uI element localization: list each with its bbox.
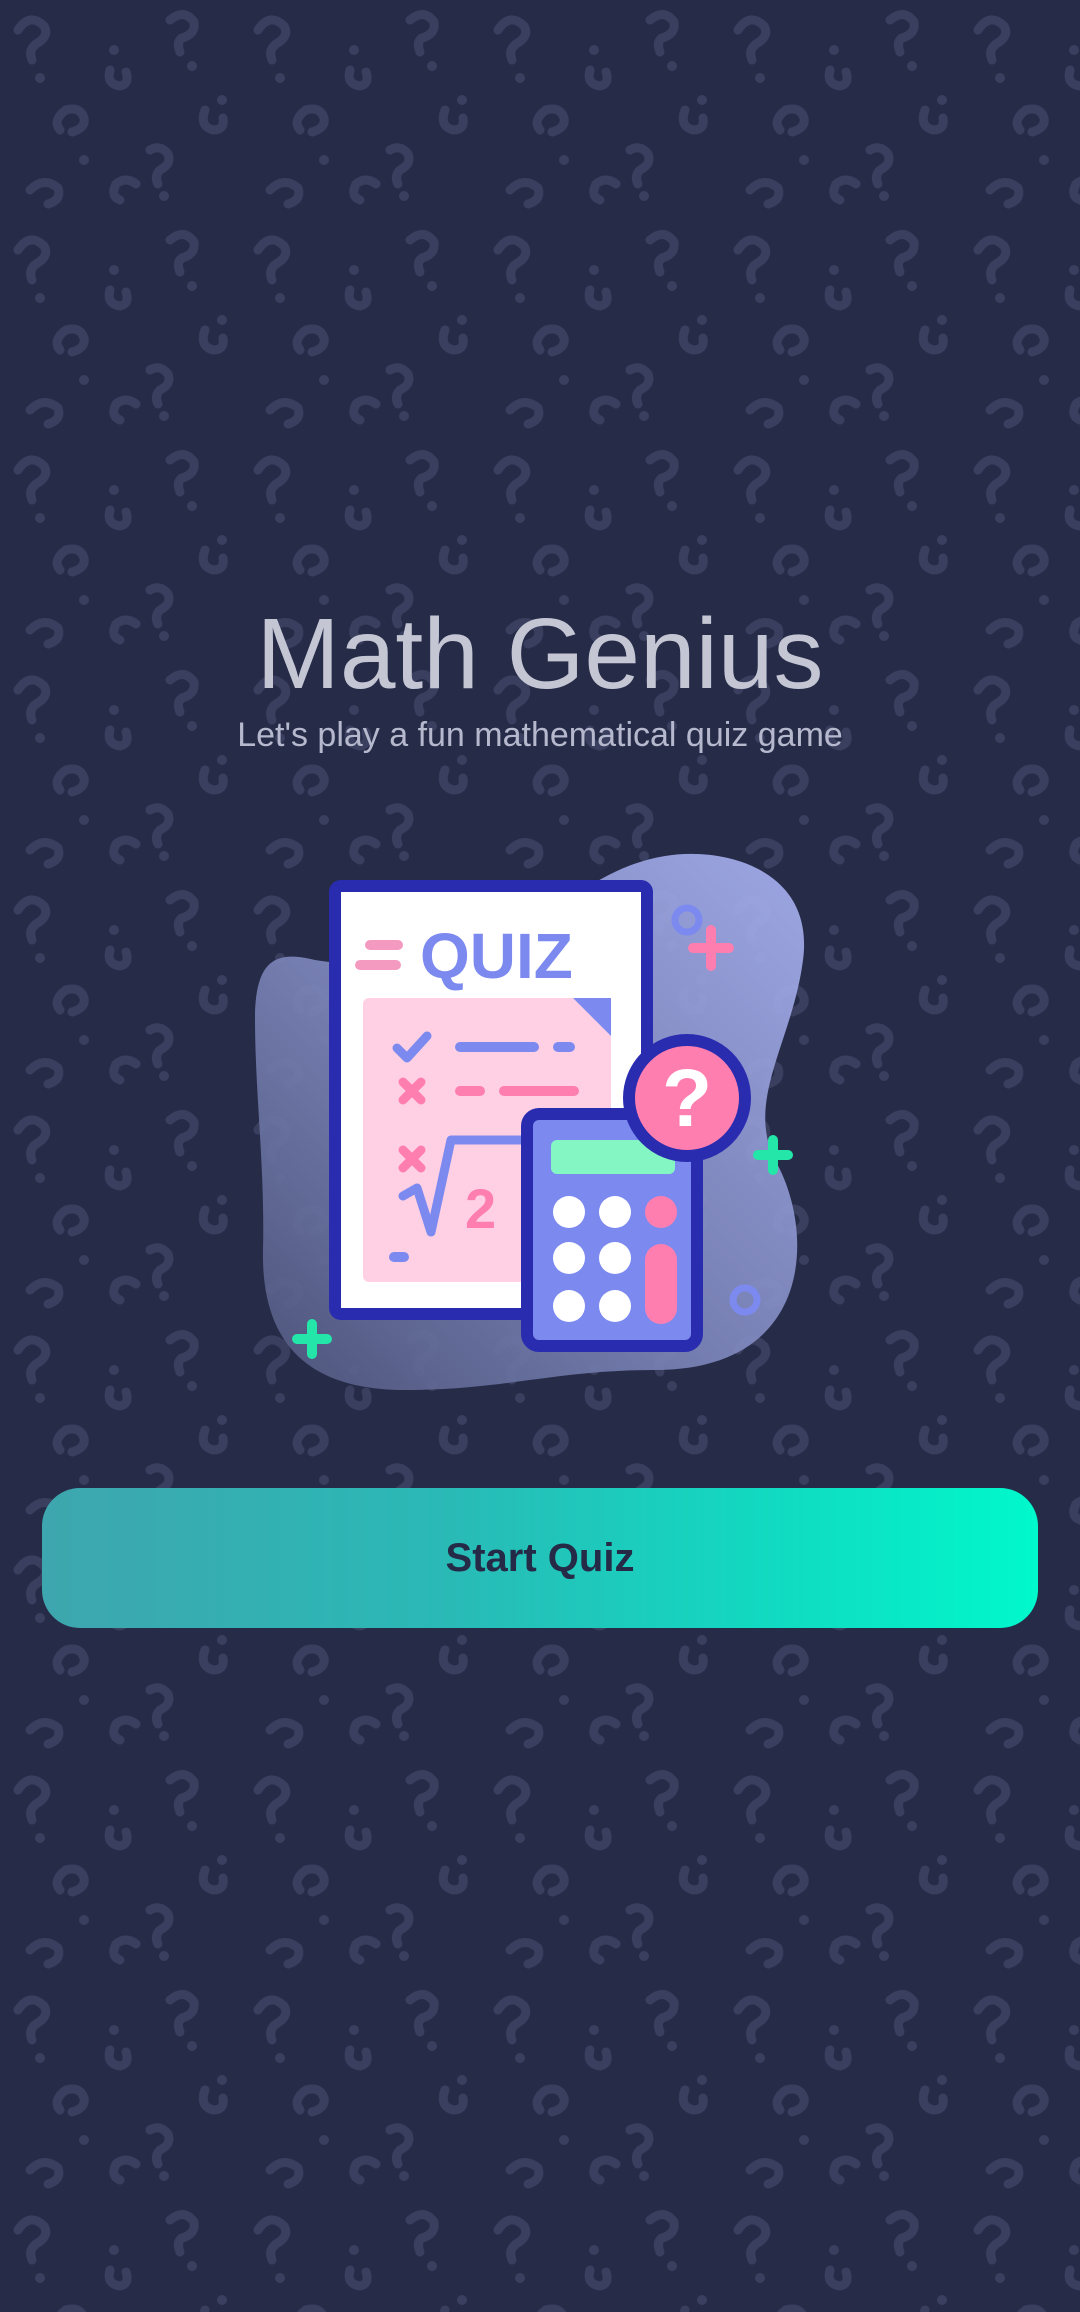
quiz-illustration: QUIZ 2 ? (255, 853, 805, 1390)
start-screen: Math Genius Let's play a fun mathematica… (0, 0, 1080, 2312)
app-subtitle: Let's play a fun mathematical quiz game (237, 716, 843, 754)
formula-digit: 2 (465, 1177, 496, 1240)
quiz-sheet-heading: QUIZ (420, 920, 573, 992)
app-title: Math Genius (256, 598, 824, 710)
question-badge-symbol: ? (662, 1053, 712, 1144)
start-quiz-button[interactable]: Start Quiz (42, 1488, 1038, 1628)
